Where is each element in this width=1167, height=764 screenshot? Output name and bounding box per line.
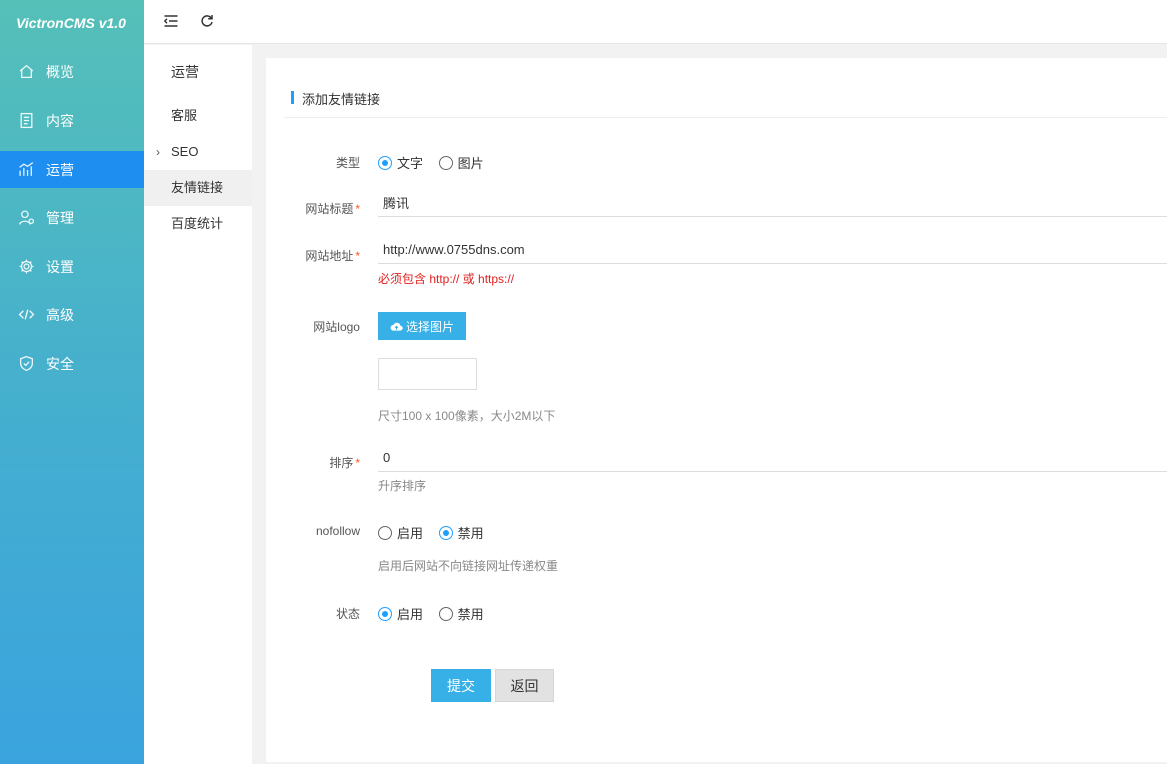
nofollow-hint: 启用后网站不向链接网址传递权重 [378, 559, 559, 573]
sidebar-item-label: 内容 [46, 112, 74, 129]
radio-dot [438, 155, 453, 170]
nofollow-radio-disable[interactable]: 禁用 [438, 523, 484, 542]
subnav-item-label: SEO [171, 144, 199, 159]
refresh-icon[interactable] [198, 12, 216, 30]
chart-icon [17, 161, 35, 179]
type-radio-group: 文字 图片 [378, 153, 496, 173]
logo-hint: 尺寸100 x 100像素，大小2M以下 [378, 409, 556, 423]
site-url-label: 网站地址 * [305, 249, 360, 263]
radio-dot [378, 525, 392, 540]
card-header: 添加友情链接 [284, 58, 1167, 118]
sidebar-item-manage[interactable]: 管理 [0, 199, 144, 236]
subnav-item-baidu-stats[interactable]: 百度统计 [144, 206, 252, 242]
top-bar [144, 0, 1167, 44]
subnav-item-label: 客服 [171, 108, 198, 123]
type-radio-image[interactable]: 图片 [438, 153, 484, 172]
nofollow-label: nofollow [315, 524, 360, 538]
subnav-title: 运营 [171, 64, 199, 80]
nofollow-radio-enable[interactable]: 启用 [378, 523, 423, 542]
radio-dot [378, 606, 392, 621]
sidebar-item-label: 设置 [46, 258, 74, 275]
document-icon [17, 112, 35, 130]
sidebar-item-label: 安全 [46, 355, 74, 372]
page-title: 添加友情链接 [302, 92, 381, 107]
site-title-input[interactable] [378, 189, 1167, 217]
status-radio-disable[interactable]: 禁用 [438, 604, 484, 623]
subnav-item-label: 百度统计 [171, 216, 224, 231]
sidebar-item-security[interactable]: 安全 [0, 345, 144, 382]
type-label: 类型 [335, 156, 360, 170]
subnav-item-seo[interactable]: › SEO [144, 134, 252, 170]
site-title-label: 网站标题 * [305, 202, 360, 216]
code-icon [17, 306, 35, 324]
chevron-right-icon: › [156, 145, 160, 159]
status-radio-enable[interactable]: 启用 [378, 604, 423, 623]
subnav-item-label: 友情链接 [171, 180, 224, 195]
status-label: 状态 [335, 607, 360, 621]
menu-fold-icon[interactable] [162, 12, 180, 30]
submit-button[interactable]: 提交 [431, 669, 491, 702]
radio-dot [378, 155, 392, 170]
home-icon [17, 63, 35, 81]
type-radio-text[interactable]: 文字 [378, 153, 423, 172]
shield-icon [17, 355, 35, 373]
logo-label: 网站logo [313, 320, 360, 334]
sidebar-item-overview[interactable]: 概览 [0, 53, 144, 90]
sidebar-item-label: 管理 [46, 209, 74, 226]
sidebar-item-advanced[interactable]: 高级 [0, 296, 144, 333]
brand-logo: VictronCMS v1.0 [16, 15, 126, 31]
gear-icon [17, 258, 35, 276]
heading-accent-bar [291, 91, 294, 104]
site-url-hint: 必须包含 http:// 或 https:// [378, 272, 515, 286]
cloud-upload-icon [390, 322, 403, 331]
site-url-input[interactable] [378, 236, 1167, 264]
radio-dot [438, 525, 453, 540]
sort-label: 排序 * [329, 456, 360, 470]
back-button[interactable]: 返回 [495, 669, 554, 702]
subnav-item-customer-service[interactable]: 客服 [144, 98, 252, 134]
subnav-item-friend-links[interactable]: 友情链接 [144, 170, 252, 206]
sidebar-item-label: 运营 [46, 161, 74, 178]
sort-input[interactable] [378, 444, 1167, 472]
sidebar-item-label: 概览 [46, 63, 74, 80]
choose-image-button[interactable]: 选择图片 [378, 312, 466, 340]
logo-preview [378, 358, 477, 390]
sub-navigation: 运营 客服 › SEO 友情链接 百度统计 [144, 45, 252, 764]
sort-hint: 升序排序 [378, 479, 427, 493]
form-card: 添加友情链接 类型 文字 图片 网站标题* 网站地址* 必须包含 http://… [266, 58, 1167, 762]
status-radio-group: 启用 禁用 [378, 604, 496, 624]
user-icon [17, 209, 35, 227]
sidebar-item-operations[interactable]: 运营 [0, 151, 144, 188]
main-sidebar: VictronCMS v1.0 概览 内容 运营 管理 设置 高级 安全 [0, 0, 144, 764]
sidebar-item-label: 高级 [46, 306, 74, 323]
radio-dot [438, 606, 453, 621]
sidebar-item-content[interactable]: 内容 [0, 102, 144, 139]
sidebar-item-settings[interactable]: 设置 [0, 248, 144, 285]
nofollow-radio-group: 启用 禁用 [378, 523, 496, 543]
